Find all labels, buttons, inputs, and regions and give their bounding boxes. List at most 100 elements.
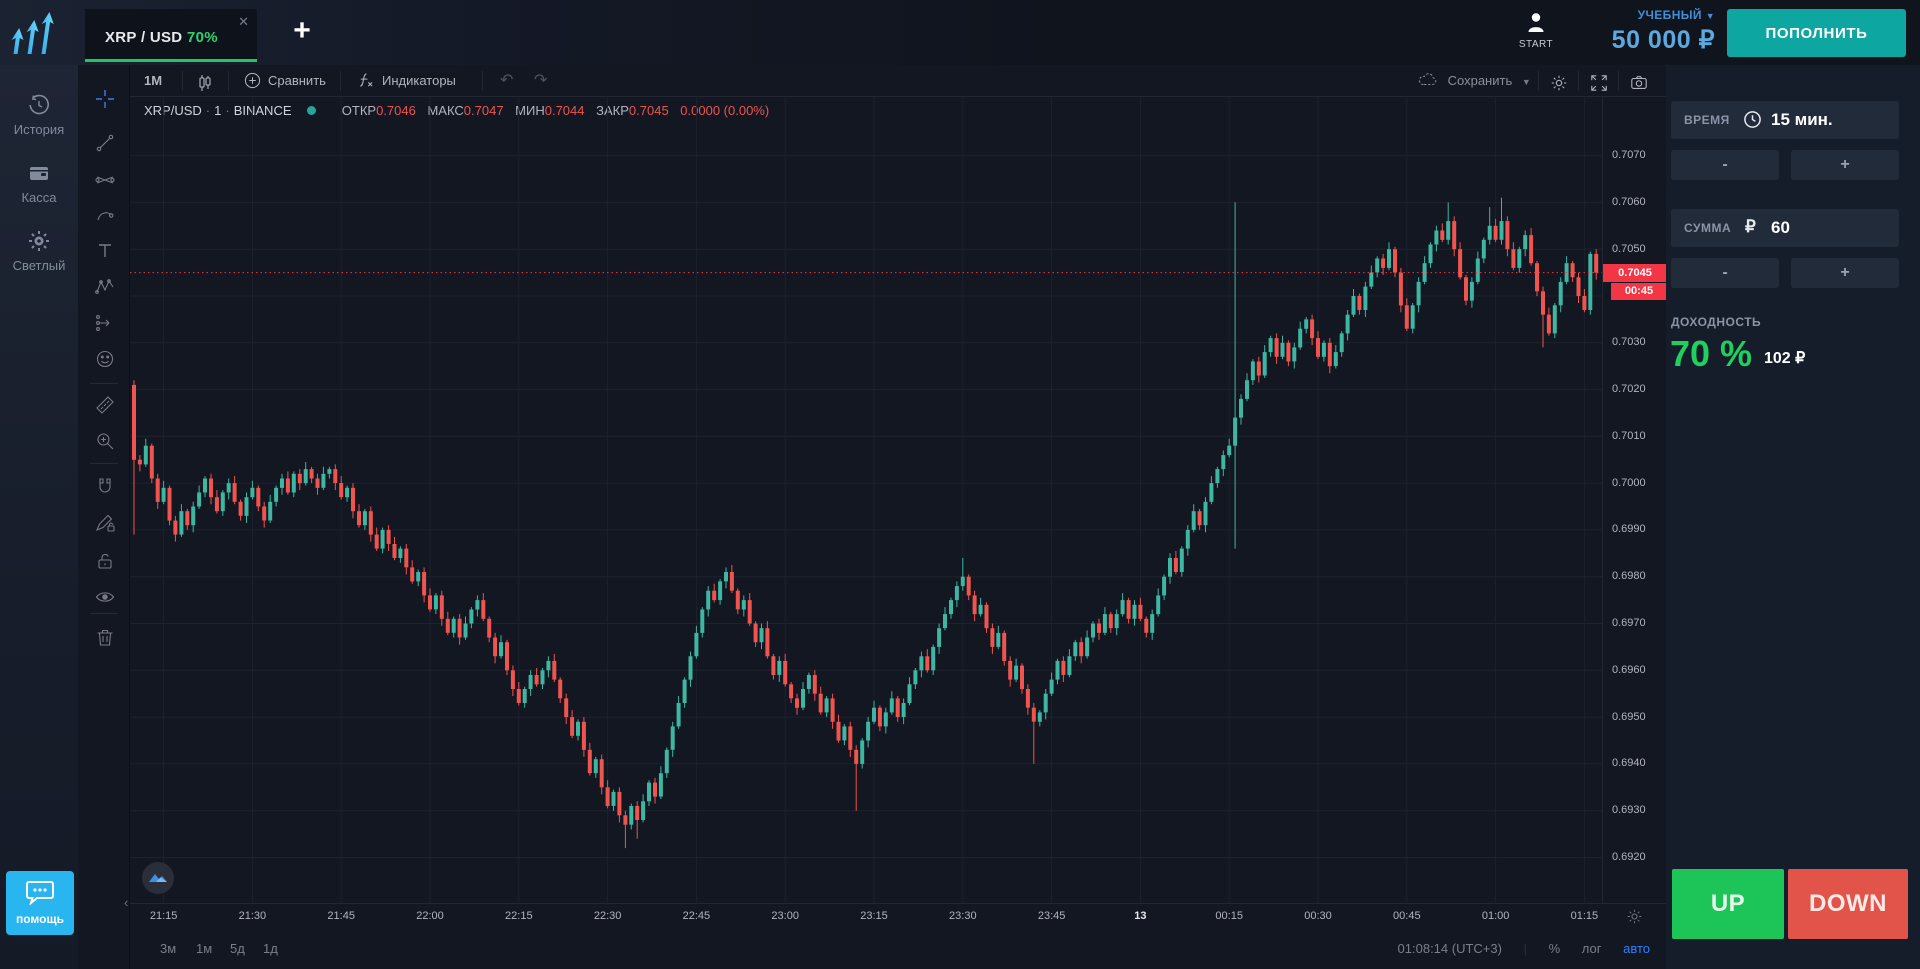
- price-tick: 0.6940: [1612, 757, 1646, 769]
- chart-type-candles-icon[interactable]: [196, 72, 214, 90]
- price-axis[interactable]: 0.70700.70600.70500.70400.70300.70200.70…: [1602, 97, 1666, 903]
- account-name: START: [1514, 39, 1558, 50]
- indicators-button[interactable]: Индикаторы: [356, 65, 456, 97]
- remove-drawings-trash-icon[interactable]: [95, 627, 115, 647]
- price-tick: 0.7070: [1612, 149, 1646, 161]
- clock-utc: 01:08:14 (UTC+3): [1398, 941, 1502, 956]
- deposit-button[interactable]: ПОПОЛНИТЬ: [1727, 9, 1906, 57]
- time-tick: 22:45: [674, 910, 718, 922]
- platform-logo-button[interactable]: [142, 862, 174, 894]
- chart-area: 1М Сравнить Индикаторы ↶ ↷ Сохранить: [130, 65, 1666, 969]
- top-bar: XRP / USD 70% ✕ + START УЧЕБНЫЙ ▼ 50 000…: [0, 0, 1920, 65]
- zoom-in-tool-icon[interactable]: [95, 431, 115, 451]
- time-tick: 22:15: [497, 910, 541, 922]
- time-tick: 22:30: [586, 910, 630, 922]
- price-tick: 0.7000: [1612, 477, 1646, 489]
- payout-label: ДОХОДНОСТЬ: [1671, 315, 1761, 329]
- lock-drawings-icon[interactable]: [95, 551, 115, 571]
- time-tick: 23:15: [852, 910, 896, 922]
- chart-toolbar: 1М Сравнить Индикаторы ↶ ↷ Сохранить: [130, 65, 1666, 97]
- range-3m-button[interactable]: 3м: [160, 941, 176, 956]
- hide-drawings-eye-icon[interactable]: [95, 587, 115, 607]
- time-tick: 13: [1118, 910, 1162, 922]
- emoji-tool-icon[interactable]: [95, 349, 115, 369]
- theme-sun-icon: [0, 229, 78, 253]
- collapse-toolbar-chevron[interactable]: ‹: [124, 891, 134, 915]
- time-tick: 21:45: [319, 910, 363, 922]
- sidebar-item-cashier[interactable]: Касса: [0, 161, 78, 207]
- chevron-down-icon: ▼: [1522, 77, 1531, 87]
- sidebar-item-theme[interactable]: Светлый: [0, 229, 78, 275]
- down-button[interactable]: DOWN: [1788, 869, 1908, 939]
- price-tick: 0.7020: [1612, 383, 1646, 395]
- text-tool-icon[interactable]: [95, 241, 115, 261]
- time-tick: 21:30: [230, 910, 274, 922]
- price-tick: 0.6980: [1612, 570, 1646, 582]
- asset-tab-label: XRP / USD 70%: [105, 29, 218, 46]
- time-tick: 23:00: [763, 910, 807, 922]
- brush-tool-icon[interactable]: [95, 205, 115, 225]
- stay-in-drawing-mode-icon[interactable]: [95, 513, 115, 533]
- account-avatar[interactable]: START: [1514, 11, 1558, 50]
- range-1m-button[interactable]: 1м: [196, 941, 212, 956]
- snapshot-camera-icon[interactable]: [1630, 72, 1648, 90]
- app-sidebar: История Касса: [0, 65, 78, 969]
- price-tick: 0.7010: [1612, 430, 1646, 442]
- time-plus-button[interactable]: +: [1791, 150, 1899, 180]
- price-tick: 0.6930: [1612, 804, 1646, 816]
- time-minus-button[interactable]: -: [1671, 150, 1779, 180]
- undo-button[interactable]: ↶: [500, 65, 513, 97]
- log-scale-button[interactable]: лог: [1582, 941, 1602, 956]
- amount-plus-button[interactable]: +: [1791, 258, 1899, 288]
- help-button[interactable]: помощь: [6, 871, 74, 935]
- time-tick: 22:00: [408, 910, 452, 922]
- price-tick: 0.6960: [1612, 664, 1646, 676]
- trading-app: XRP / USD 70% ✕ + START УЧЕБНЫЙ ▼ 50 000…: [0, 0, 1920, 969]
- sidebar-item-history[interactable]: История: [0, 93, 78, 139]
- forecast-tool-icon[interactable]: [95, 313, 115, 333]
- range-1d-button[interactable]: 1д: [263, 941, 278, 956]
- time-tick: 00:45: [1385, 910, 1429, 922]
- candle-countdown-tag: 00:45: [1611, 283, 1667, 300]
- auto-scale-button[interactable]: авто: [1623, 941, 1650, 956]
- redo-button[interactable]: ↷: [534, 65, 547, 97]
- wallet-icon: [0, 161, 78, 185]
- amount-field[interactable]: СУММА ₽ 60: [1671, 209, 1899, 247]
- ruler-tool-icon[interactable]: [95, 395, 115, 415]
- range-5d-button[interactable]: 5д: [230, 941, 245, 956]
- account-block: УЧЕБНЫЙ ▼ 50 000 ₽: [1565, 8, 1715, 55]
- interval-button[interactable]: 1М: [144, 65, 162, 97]
- fullscreen-icon[interactable]: [1590, 72, 1608, 90]
- account-type-dropdown[interactable]: УЧЕБНЫЙ ▼: [1565, 8, 1715, 22]
- clock-icon: [1743, 110, 1763, 130]
- compare-button[interactable]: Сравнить: [244, 65, 326, 97]
- time-tick: 01:00: [1474, 910, 1518, 922]
- asset-tab[interactable]: XRP / USD 70% ✕: [85, 9, 257, 62]
- history-icon: [0, 93, 78, 117]
- balance-value: 50 000 ₽: [1565, 25, 1715, 55]
- candlestick-plot[interactable]: [130, 97, 1602, 903]
- magnet-tool-icon[interactable]: [95, 477, 115, 497]
- chart-settings-gear-icon[interactable]: [1550, 72, 1568, 90]
- gann-lines-tool-icon[interactable]: [95, 169, 115, 189]
- toolbar-divider: [90, 613, 118, 614]
- up-button[interactable]: UP: [1672, 869, 1784, 939]
- mountain-logo-icon: [148, 868, 168, 888]
- time-tick: 01:15: [1562, 910, 1606, 922]
- add-tab-button[interactable]: +: [284, 14, 320, 50]
- time-tick: 23:45: [1030, 910, 1074, 922]
- time-axis[interactable]: 21:1521:3021:4522:0022:1522:3022:4523:00…: [130, 903, 1666, 929]
- last-price-tag: 0.7045: [1603, 264, 1667, 282]
- xabcd-pattern-tool-icon[interactable]: [95, 277, 115, 297]
- close-icon[interactable]: ✕: [238, 14, 249, 30]
- time-field[interactable]: ВРЕМЯ 15 мин.: [1671, 101, 1899, 139]
- trend-line-tool-icon[interactable]: [95, 133, 115, 153]
- payout-percent: 70 %: [1670, 333, 1752, 375]
- amount-minus-button[interactable]: -: [1671, 258, 1779, 288]
- save-layout-button[interactable]: Сохранить ▼: [1418, 65, 1531, 97]
- axis-settings-gear-icon[interactable]: [1626, 908, 1644, 926]
- time-value: 15 мин.: [1771, 110, 1833, 130]
- crosshair-tool-icon[interactable]: [95, 89, 115, 109]
- percent-scale-button[interactable]: %: [1549, 941, 1561, 956]
- drawing-toolbar: ‹: [78, 65, 130, 969]
